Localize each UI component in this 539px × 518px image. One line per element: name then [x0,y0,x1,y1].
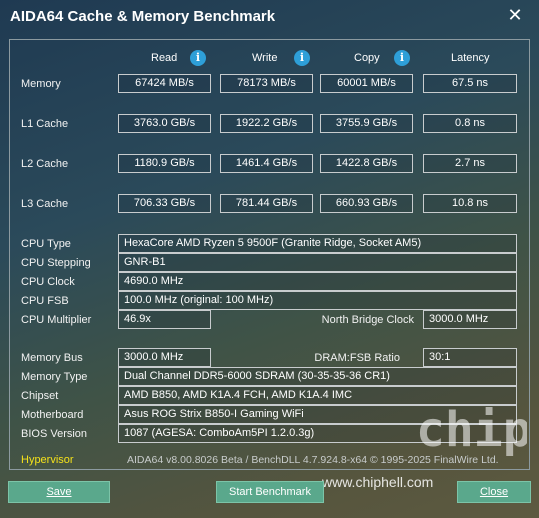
window-title: AIDA64 Cache & Memory Benchmark [10,8,276,25]
hypervisor-link[interactable]: Hypervisor [21,454,74,466]
l2-latency-value: 2.7 ns [423,154,517,173]
row-label-l1-cache: L1 Cache [21,118,69,130]
memory-bus-value: 3000.0 MHz [118,348,211,367]
north-bridge-clock-value: 3000.0 MHz [423,310,517,329]
read-info-icon[interactable]: i [190,50,206,66]
l1-copy-value: 3755.9 GB/s [320,114,413,133]
column-header-copy: Copy [354,52,380,64]
row-label-memory: Memory [21,78,61,90]
column-header-read: Read [151,52,178,64]
cpu-fsb-value: 100.0 MHz (original: 100 MHz) [118,291,517,310]
l1-read-value: 3763.0 GB/s [118,114,211,133]
l1-latency-value: 0.8 ns [423,114,517,133]
l3-write-value: 781.44 GB/s [220,194,313,213]
close-button-label: Close [479,486,509,498]
cpu-stepping-value: GNR-B1 [118,253,517,272]
cpu-multiplier-value: 46.9x [118,310,211,329]
memory-write-value: 78173 MB/s [220,74,313,93]
title-bar: AIDA64 Cache & Memory Benchmark ✕ [0,0,539,34]
chipset-label: Chipset [21,390,59,402]
save-button[interactable]: Save [8,481,110,503]
bios-version-label: BIOS Version [21,428,88,440]
memory-read-value: 67424 MB/s [118,74,211,93]
close-icon[interactable]: ✕ [505,5,525,25]
memory-bus-label: Memory Bus [21,352,83,364]
l3-latency-value: 10.8 ns [423,194,517,213]
row-label-l2-cache: L2 Cache [21,158,69,170]
l2-copy-value: 1422.8 GB/s [320,154,413,173]
north-bridge-clock-label: North Bridge Clock [321,314,414,326]
row-label-l3-cache: L3 Cache [21,198,69,210]
cpu-stepping-label: CPU Stepping [21,257,91,269]
start-benchmark-button[interactable]: Start Benchmark [216,481,324,503]
l2-read-value: 1180.9 GB/s [118,154,211,173]
memory-latency-value: 67.5 ns [423,74,517,93]
l3-copy-value: 660.93 GB/s [320,194,413,213]
cpu-clock-value: 4690.0 MHz [118,272,517,291]
l2-write-value: 1461.4 GB/s [220,154,313,173]
dram-fsb-ratio-value: 30:1 [423,348,517,367]
memory-type-value: Dual Channel DDR5-6000 SDRAM (30-35-35-3… [118,367,517,386]
cpu-type-label: CPU Type [21,238,71,250]
save-button-label: Save [46,486,72,498]
cpu-fsb-label: CPU FSB [21,295,69,307]
watermark-url: www.chiphell.com [322,474,434,490]
cpu-clock-label: CPU Clock [21,276,75,288]
l1-write-value: 1922.2 GB/s [220,114,313,133]
l3-read-value: 706.33 GB/s [118,194,211,213]
close-button[interactable]: Close [457,481,531,503]
column-header-write: Write [252,52,278,64]
motherboard-label: Motherboard [21,409,84,421]
memory-copy-value: 60001 MB/s [320,74,413,93]
write-info-icon[interactable]: i [294,50,310,66]
memory-type-label: Memory Type [21,371,88,383]
cpu-multiplier-label: CPU Multiplier [21,314,92,326]
cpu-type-value: HexaCore AMD Ryzen 5 9500F (Granite Ridg… [118,234,517,253]
copy-info-icon[interactable]: i [394,50,410,66]
svg-text:chip hell: chip hell [416,402,527,458]
column-header-latency: Latency [451,52,490,64]
dram-fsb-ratio-label: DRAM:FSB Ratio [314,352,400,364]
